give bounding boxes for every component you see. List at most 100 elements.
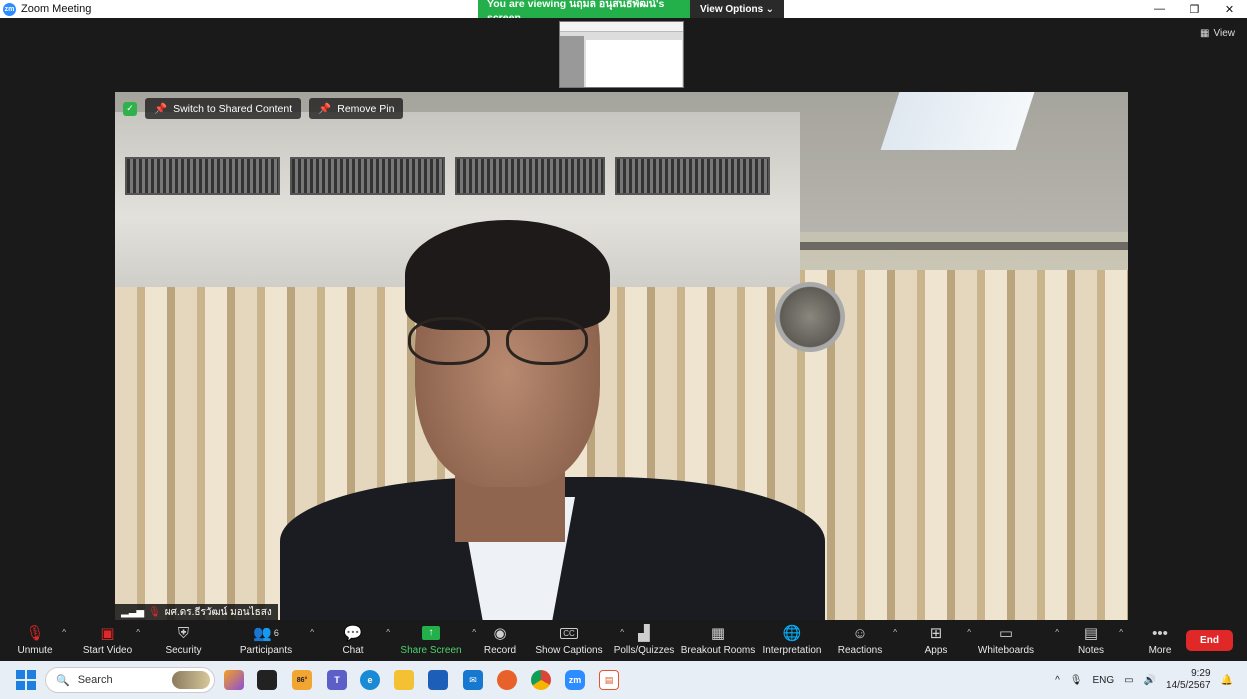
thumbnail-document xyxy=(586,40,682,87)
video-wall-fan xyxy=(775,282,845,352)
breakout-rooms-button[interactable]: ▦ Breakout Rooms xyxy=(681,620,755,661)
search-icon: 🔍 xyxy=(56,674,70,687)
zoom-taskbar-icon[interactable]: zm xyxy=(565,670,585,690)
reactions-smiley-icon: ☺ xyxy=(852,624,868,642)
mail-icon[interactable]: ✉ xyxy=(463,670,483,690)
microsoft-store-icon[interactable] xyxy=(428,670,448,690)
shared-screen-thumbnail[interactable] xyxy=(559,21,684,88)
interpretation-label: Interpretation xyxy=(762,645,822,656)
chevron-up-icon[interactable]: ^ xyxy=(62,628,66,637)
notes-icon: ▤ xyxy=(1083,625,1099,642)
view-options-label: View Options xyxy=(700,3,764,15)
chevron-up-icon[interactable]: ^ xyxy=(1119,628,1123,637)
notification-bell-icon[interactable]: 🔔 xyxy=(1221,675,1233,686)
taskbar-search[interactable]: 🔍 Search xyxy=(45,667,215,693)
search-highlight-art xyxy=(172,671,210,689)
show-captions-button[interactable]: CC Show Captions ^ xyxy=(534,620,624,661)
window-controls: — ❐ ✕ xyxy=(1142,0,1247,18)
chevron-down-icon: ⌄ xyxy=(765,3,774,15)
security-button[interactable]: ⛨ Security xyxy=(145,620,222,661)
file-explorer-icon[interactable] xyxy=(394,670,414,690)
whiteboard-icon: ▭ xyxy=(998,625,1014,642)
system-tray: ^ 🎙 ENG ▭ 🔊 9:29 14/5/2567 🔔 xyxy=(1055,661,1247,699)
reactions-label: Reactions xyxy=(837,645,883,656)
chevron-up-icon[interactable]: ^ xyxy=(386,628,390,637)
firefox-icon[interactable] xyxy=(497,670,517,690)
participant-name-tag: ▂▃▅ 🎙 ผศ.ดร.ธีรวัฒน์ มอนไธสง xyxy=(115,604,278,620)
participant-name: ผศ.ดร.ธีรวัฒน์ มอนไธสง xyxy=(164,606,272,618)
participant-video[interactable] xyxy=(115,92,1128,620)
record-icon: ◉ xyxy=(493,625,507,642)
view-button[interactable]: ▦ View xyxy=(1200,28,1235,39)
globe-icon: 🌐 xyxy=(782,625,802,642)
notes-button[interactable]: ▤ Notes ^ xyxy=(1061,620,1123,661)
switch-to-shared-content-button[interactable]: 📌 Switch to Shared Content xyxy=(145,98,302,119)
apps-button[interactable]: ⊞ Apps ^ xyxy=(905,620,971,661)
teams-icon[interactable]: T xyxy=(327,670,347,690)
apps-label: Apps xyxy=(924,645,948,656)
interpretation-button[interactable]: 🌐 Interpretation xyxy=(755,620,829,661)
share-screen-button[interactable]: ↑ Share Screen ^ xyxy=(396,620,476,661)
pdf-reader-icon[interactable]: ▤ xyxy=(599,670,619,690)
remove-pin-button[interactable]: 📌 Remove Pin xyxy=(309,98,404,119)
chevron-up-icon[interactable]: ^ xyxy=(136,628,140,637)
participants-label: Participants xyxy=(239,645,293,656)
more-button[interactable]: ••• More xyxy=(1135,620,1185,661)
microphone-icon[interactable]: 🎙 xyxy=(1070,675,1083,686)
restore-button[interactable]: ❐ xyxy=(1177,0,1212,18)
zoom-logo-icon: zm xyxy=(3,2,16,16)
windows-start-icon[interactable] xyxy=(16,670,36,690)
start-video-label: Start Video xyxy=(82,645,133,656)
meeting-stage: ▦ View ✓ 📌 Switch to Shared Content 📌 Re… xyxy=(0,18,1247,620)
signal-strength-icon: ▂▃▅ xyxy=(121,606,145,618)
end-meeting-button[interactable]: End xyxy=(1186,630,1233,651)
minimize-button[interactable]: — xyxy=(1142,0,1177,18)
glasses-lens xyxy=(506,317,588,365)
network-icon[interactable]: ▭ xyxy=(1124,675,1133,686)
chevron-up-icon[interactable]: ^ xyxy=(1055,675,1060,686)
task-view-icon[interactable] xyxy=(257,670,277,690)
apps-icon: ⊞ xyxy=(929,625,943,642)
weather-icon[interactable]: 86° xyxy=(292,670,312,690)
record-button[interactable]: ◉ Record xyxy=(466,620,534,661)
chrome-icon[interactable] xyxy=(531,670,551,690)
thumbnail-sidebar xyxy=(560,36,584,87)
view-options-button[interactable]: View Options ⌄ xyxy=(690,0,784,18)
ac-grill xyxy=(455,157,605,195)
start-video-button[interactable]: ▣ Start Video ^ xyxy=(70,620,145,661)
grid-view-icon: ▦ xyxy=(1200,28,1210,39)
security-label: Security xyxy=(165,645,202,656)
breakout-rooms-label: Breakout Rooms xyxy=(680,645,756,656)
chat-icon: 💬 xyxy=(343,625,363,642)
switch-label: Switch to Shared Content xyxy=(173,102,293,115)
glasses-lens xyxy=(408,317,490,365)
viewing-screen-label: You are viewing นฤมล อนุสนธิ์พัฒน์'s scr… xyxy=(478,0,690,24)
encryption-shield-icon[interactable]: ✓ xyxy=(123,101,137,116)
edge-browser-icon[interactable]: e xyxy=(360,670,380,690)
view-label: View xyxy=(1213,28,1236,39)
remove-pin-label: Remove Pin xyxy=(337,102,395,115)
close-button[interactable]: ✕ xyxy=(1212,0,1247,18)
whiteboards-button[interactable]: ▭ Whiteboards ^ xyxy=(969,620,1059,661)
muted-mic-icon: 🎙 xyxy=(148,606,161,618)
clock-date: 14/5/2567 xyxy=(1166,680,1211,691)
language-indicator[interactable]: ENG xyxy=(1092,675,1114,686)
participants-button[interactable]: 👥 6 Participants ^ xyxy=(222,620,314,661)
share-screen-icon: ↑ xyxy=(420,624,442,642)
pin-icon: 📌 xyxy=(318,103,332,115)
window-title: Zoom Meeting xyxy=(21,3,92,15)
chevron-up-icon[interactable]: ^ xyxy=(1055,628,1059,637)
volume-icon[interactable]: 🔊 xyxy=(1144,675,1156,686)
polls-quizzes-button[interactable]: ▟ Polls/Quizzes xyxy=(607,620,681,661)
video-overlay-controls: ✓ 📌 Switch to Shared Content 📌 Remove Pi… xyxy=(115,98,404,119)
video-off-icon: ▣ xyxy=(100,625,115,642)
taskbar-clock[interactable]: 9:29 14/5/2567 xyxy=(1166,668,1211,692)
chat-button[interactable]: 💬 Chat ^ xyxy=(310,620,396,661)
video-person-glasses xyxy=(408,317,598,369)
record-label: Record xyxy=(483,645,517,656)
pin-icon: 📌 xyxy=(154,103,168,115)
unmute-button[interactable]: 🎙 Unmute ^ xyxy=(0,620,70,661)
chevron-up-icon[interactable]: ^ xyxy=(893,628,897,637)
copilot-icon[interactable] xyxy=(224,670,244,690)
reactions-button[interactable]: ☺ Reactions ^ xyxy=(829,620,897,661)
